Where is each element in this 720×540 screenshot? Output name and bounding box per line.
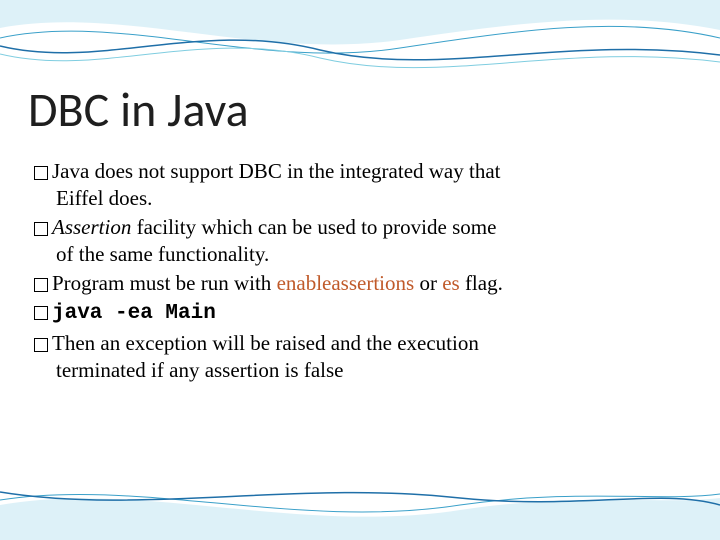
bullet-1: Java does not support DBC in the integra… xyxy=(34,158,680,212)
bullet-1-line2: Eiffel does. xyxy=(56,186,152,210)
bullet-1-line1: Java does not support DBC in the integra… xyxy=(52,159,501,183)
bullet-3: Program must be run with enableassertion… xyxy=(34,270,680,297)
bullet-5: Then an exception will be raised and the… xyxy=(34,330,680,384)
bullet-box-icon xyxy=(34,222,48,236)
wave-top-decoration xyxy=(0,0,720,80)
wave-bottom-decoration xyxy=(0,480,720,540)
bullet-box-icon xyxy=(34,338,48,352)
bullet-3-end: flag. xyxy=(460,271,503,295)
bullet-4-code: java -ea Main xyxy=(52,302,216,325)
bullet-2-line2: of the same functionality. xyxy=(56,242,269,266)
bullet-3-enableassertions: enableassertions xyxy=(277,271,415,295)
bullet-3-or: or xyxy=(414,271,442,295)
bullet-2: Assertion facility which can be used to … xyxy=(34,214,680,268)
slide-title: DBC in Java xyxy=(28,80,249,139)
bullet-2-assertion: Assertion xyxy=(52,215,131,239)
bullet-5-line1: Then an exception will be raised and the… xyxy=(52,331,479,355)
bullet-box-icon xyxy=(34,166,48,180)
bullet-3-es: es xyxy=(442,271,460,295)
bullet-2-rest: facility which can be used to provide so… xyxy=(131,215,496,239)
bullet-4: java -ea Main xyxy=(34,298,680,328)
slide: DBC in Java Java does not support DBC in… xyxy=(0,0,720,540)
bullet-box-icon xyxy=(34,278,48,292)
bullet-3-pre: Program must be run with xyxy=(52,271,277,295)
slide-body: Java does not support DBC in the integra… xyxy=(34,158,680,386)
bullet-5-line2: terminated if any assertion is false xyxy=(56,358,344,382)
bullet-box-icon xyxy=(34,306,48,320)
